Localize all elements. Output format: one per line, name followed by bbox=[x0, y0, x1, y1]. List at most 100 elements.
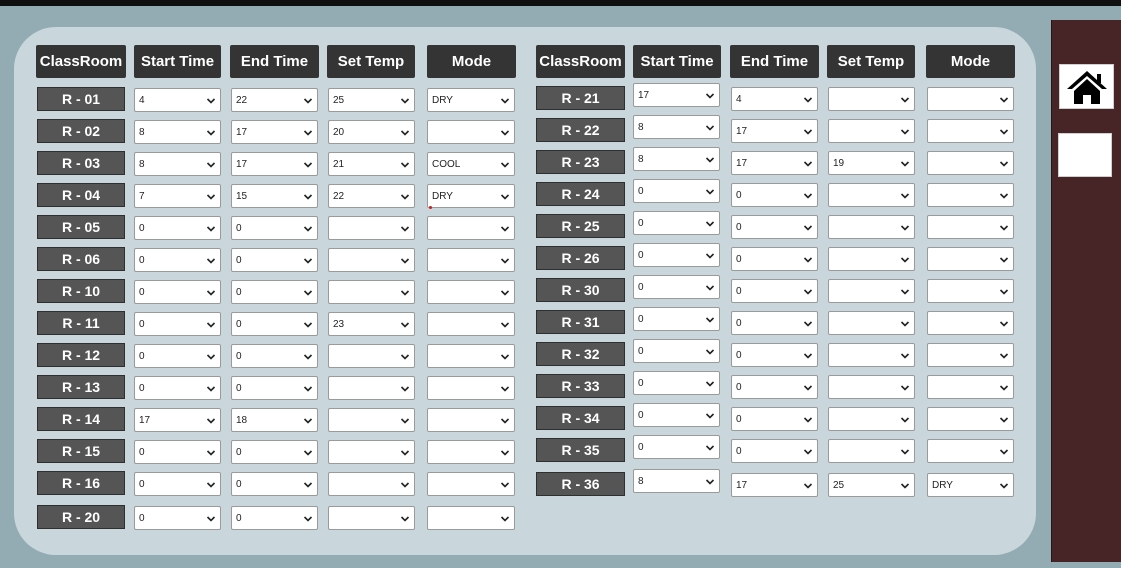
mode-select[interactable] bbox=[427, 472, 515, 496]
end-time-select[interactable]: 0 bbox=[731, 183, 818, 207]
end-time-select[interactable]: 0 bbox=[231, 376, 318, 400]
end-time-select[interactable]: 0 bbox=[231, 344, 318, 368]
set-temp-select[interactable] bbox=[828, 279, 915, 303]
set-temp-select[interactable] bbox=[328, 344, 415, 368]
mode-select[interactable] bbox=[427, 440, 515, 464]
set-temp-select[interactable] bbox=[828, 215, 915, 239]
mode-select[interactable] bbox=[927, 311, 1014, 335]
end-time-select[interactable]: 17 bbox=[231, 120, 318, 144]
mode-select[interactable] bbox=[927, 375, 1014, 399]
set-temp-select[interactable]: 23 bbox=[328, 312, 415, 336]
start-time-select[interactable]: 0 bbox=[134, 248, 221, 272]
end-time-select[interactable]: 17 bbox=[731, 473, 818, 497]
end-time-select[interactable]: 0 bbox=[231, 280, 318, 304]
start-time-select[interactable]: 0 bbox=[134, 216, 221, 240]
end-time-select[interactable]: 15 bbox=[231, 184, 318, 208]
mode-select[interactable] bbox=[427, 280, 515, 304]
end-time-select[interactable]: 17 bbox=[731, 119, 818, 143]
mode-select[interactable] bbox=[427, 248, 515, 272]
start-time-select[interactable]: 0 bbox=[633, 307, 720, 331]
mode-select[interactable] bbox=[427, 408, 515, 432]
set-temp-select[interactable] bbox=[328, 216, 415, 240]
start-time-select[interactable]: 0 bbox=[134, 344, 221, 368]
end-time-select[interactable]: 0 bbox=[731, 247, 818, 271]
set-temp-select[interactable] bbox=[828, 343, 915, 367]
start-time-select[interactable]: 8 bbox=[134, 152, 221, 176]
end-time-select[interactable]: 0 bbox=[731, 311, 818, 335]
set-temp-select[interactable] bbox=[828, 311, 915, 335]
set-temp-select[interactable] bbox=[828, 407, 915, 431]
end-time-select[interactable]: 18 bbox=[231, 408, 318, 432]
set-temp-select[interactable] bbox=[328, 248, 415, 272]
set-temp-select[interactable]: 25 bbox=[828, 473, 915, 497]
end-time-select[interactable]: 0 bbox=[231, 312, 318, 336]
start-time-select[interactable]: 17 bbox=[134, 408, 221, 432]
mode-select[interactable] bbox=[927, 183, 1014, 207]
mode-select[interactable]: DRY bbox=[427, 88, 515, 112]
mode-select[interactable] bbox=[927, 279, 1014, 303]
end-time-select[interactable]: 4 bbox=[731, 87, 818, 111]
start-time-select[interactable]: 0 bbox=[633, 403, 720, 427]
start-time-select[interactable]: 0 bbox=[633, 211, 720, 235]
mode-select[interactable] bbox=[927, 407, 1014, 431]
mode-select[interactable] bbox=[927, 343, 1014, 367]
end-time-select[interactable]: 17 bbox=[231, 152, 318, 176]
mode-select[interactable] bbox=[427, 344, 515, 368]
mode-select[interactable] bbox=[927, 247, 1014, 271]
start-time-select[interactable]: 0 bbox=[134, 280, 221, 304]
set-temp-select[interactable] bbox=[828, 247, 915, 271]
mode-select[interactable] bbox=[427, 312, 515, 336]
set-temp-select[interactable] bbox=[828, 439, 915, 463]
mode-select[interactable]: COOL bbox=[427, 152, 515, 176]
start-time-select[interactable]: 0 bbox=[633, 371, 720, 395]
end-time-select[interactable]: 0 bbox=[231, 506, 318, 530]
set-temp-select[interactable] bbox=[328, 280, 415, 304]
start-time-select[interactable]: 0 bbox=[633, 275, 720, 299]
mode-select[interactable] bbox=[427, 506, 515, 530]
start-time-select[interactable]: 0 bbox=[134, 472, 221, 496]
start-time-select[interactable]: 0 bbox=[633, 435, 720, 459]
end-time-select[interactable]: 0 bbox=[231, 216, 318, 240]
set-temp-select[interactable] bbox=[328, 472, 415, 496]
end-time-select[interactable]: 22 bbox=[231, 88, 318, 112]
set-temp-select[interactable]: 25 bbox=[328, 88, 415, 112]
mode-select[interactable] bbox=[427, 120, 515, 144]
set-temp-select[interactable]: 20 bbox=[328, 120, 415, 144]
start-time-select[interactable]: 0 bbox=[134, 440, 221, 464]
start-time-select[interactable]: 0 bbox=[633, 179, 720, 203]
end-time-select[interactable]: 0 bbox=[731, 343, 818, 367]
end-time-select[interactable]: 0 bbox=[731, 439, 818, 463]
end-time-select[interactable]: 0 bbox=[731, 279, 818, 303]
set-temp-select[interactable] bbox=[328, 440, 415, 464]
set-temp-select[interactable] bbox=[328, 408, 415, 432]
start-time-select[interactable]: 8 bbox=[633, 469, 720, 493]
start-time-select[interactable]: 8 bbox=[633, 115, 720, 139]
start-time-select[interactable]: 0 bbox=[134, 506, 221, 530]
home-button[interactable] bbox=[1059, 64, 1114, 109]
set-temp-select[interactable] bbox=[328, 376, 415, 400]
end-time-select[interactable]: 0 bbox=[731, 407, 818, 431]
start-time-select[interactable]: 0 bbox=[134, 376, 221, 400]
secondary-button[interactable] bbox=[1058, 133, 1112, 177]
set-temp-select[interactable]: 22 bbox=[328, 184, 415, 208]
end-time-select[interactable]: 0 bbox=[231, 248, 318, 272]
mode-select[interactable] bbox=[927, 439, 1014, 463]
set-temp-select[interactable] bbox=[828, 375, 915, 399]
mode-select[interactable] bbox=[427, 376, 515, 400]
end-time-select[interactable]: 0 bbox=[731, 215, 818, 239]
end-time-select[interactable]: 0 bbox=[731, 375, 818, 399]
mode-select[interactable] bbox=[927, 87, 1014, 111]
mode-select[interactable]: DRY bbox=[927, 473, 1014, 497]
set-temp-select[interactable] bbox=[328, 506, 415, 530]
start-time-select[interactable]: 0 bbox=[633, 339, 720, 363]
start-time-select[interactable]: 0 bbox=[134, 312, 221, 336]
end-time-select[interactable]: 0 bbox=[231, 440, 318, 464]
end-time-select[interactable]: 0 bbox=[231, 472, 318, 496]
start-time-select[interactable]: 17 bbox=[633, 83, 720, 107]
start-time-select[interactable]: 0 bbox=[633, 243, 720, 267]
set-temp-select[interactable]: 19 bbox=[828, 151, 915, 175]
start-time-select[interactable]: 8 bbox=[134, 120, 221, 144]
mode-select[interactable] bbox=[927, 215, 1014, 239]
start-time-select[interactable]: 4 bbox=[134, 88, 221, 112]
set-temp-select[interactable] bbox=[828, 119, 915, 143]
